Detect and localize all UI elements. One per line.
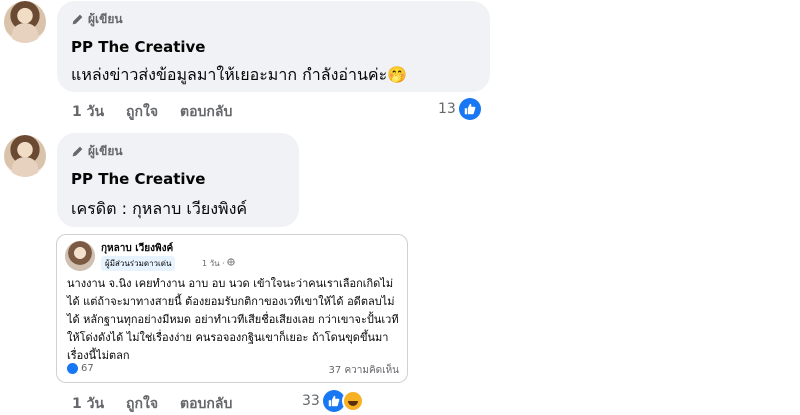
embedded-comment-count: 37 ความคิดเห็น: [328, 365, 399, 376]
embedded-body: นางงาน จ.นิง เคยทำงาน อาบ อบ นวด เข้าใจน…: [67, 277, 399, 362]
embedded-likes: 67: [67, 363, 94, 374]
top-fan-badge: ผู้มีส่วนร่วมดาวเด่น: [101, 256, 176, 271]
reaction-summary[interactable]: 13: [438, 98, 481, 120]
comment-bubble: ผู้เขียน PP The Creative แหล่งข่าวส่งข้อ…: [57, 1, 490, 92]
author-tag-label: ผู้เขียน: [88, 12, 123, 26]
comment-text: เครดิต : กุหลาบ เวียงพิงค์: [71, 199, 248, 218]
author-tag-label: ผู้เขียน: [88, 144, 123, 158]
reply-action[interactable]: ตอบกลับ: [180, 101, 232, 123]
comment-text: แหล่งข่าวส่งข้อมูลมาให้เยอะมาก กำลังอ่าน…: [71, 63, 407, 88]
embedded-avatar: [65, 241, 95, 271]
reaction-count: 13: [438, 101, 456, 117]
embedded-time-text: 1 วัน ·: [202, 259, 228, 268]
reply-action[interactable]: ตอบกลับ: [180, 393, 232, 415]
commenter-name[interactable]: PP The Creative: [71, 170, 205, 188]
like-icon: [67, 363, 78, 374]
embedded-time: 1 วัน ·: [202, 257, 235, 270]
comment-time[interactable]: 1 วัน: [72, 101, 104, 123]
embedded-author-name: กุหลาบ เวียงพิงค์: [101, 243, 174, 254]
emoji: 🤭: [387, 65, 408, 84]
like-icon: [458, 98, 481, 120]
like-action[interactable]: ถูกใจ: [126, 101, 158, 123]
pen-icon: [72, 146, 83, 157]
embedded-post[interactable]: กุหลาบ เวียงพิงค์ ผู้มีส่วนร่วมดาวเด่น 1…: [56, 234, 408, 383]
comment-text-body: แหล่งข่าวส่งข้อมูลมาให้เยอะมาก กำลังอ่าน…: [71, 65, 388, 84]
author-badge: ผู้เขียน: [71, 10, 123, 29]
avatar[interactable]: [4, 1, 46, 43]
embedded-like-count: 67: [81, 363, 94, 374]
pen-icon: [72, 14, 83, 25]
author-badge: ผู้เขียน: [71, 142, 123, 161]
commenter-name[interactable]: PP The Creative: [71, 38, 205, 56]
comment-actions: 1 วัน ถูกใจ ตอบกลับ: [72, 393, 232, 415]
avatar[interactable]: [4, 135, 46, 177]
globe-icon: [227, 258, 235, 266]
reaction-count: 33: [302, 393, 320, 409]
comment-time[interactable]: 1 วัน: [72, 393, 104, 415]
like-action[interactable]: ถูกใจ: [126, 393, 158, 415]
comment-bubble: ผู้เขียน PP The Creative เครดิต : กุหลาบ…: [57, 133, 299, 227]
comment-actions: 1 วัน ถูกใจ ตอบกลับ: [72, 101, 232, 123]
